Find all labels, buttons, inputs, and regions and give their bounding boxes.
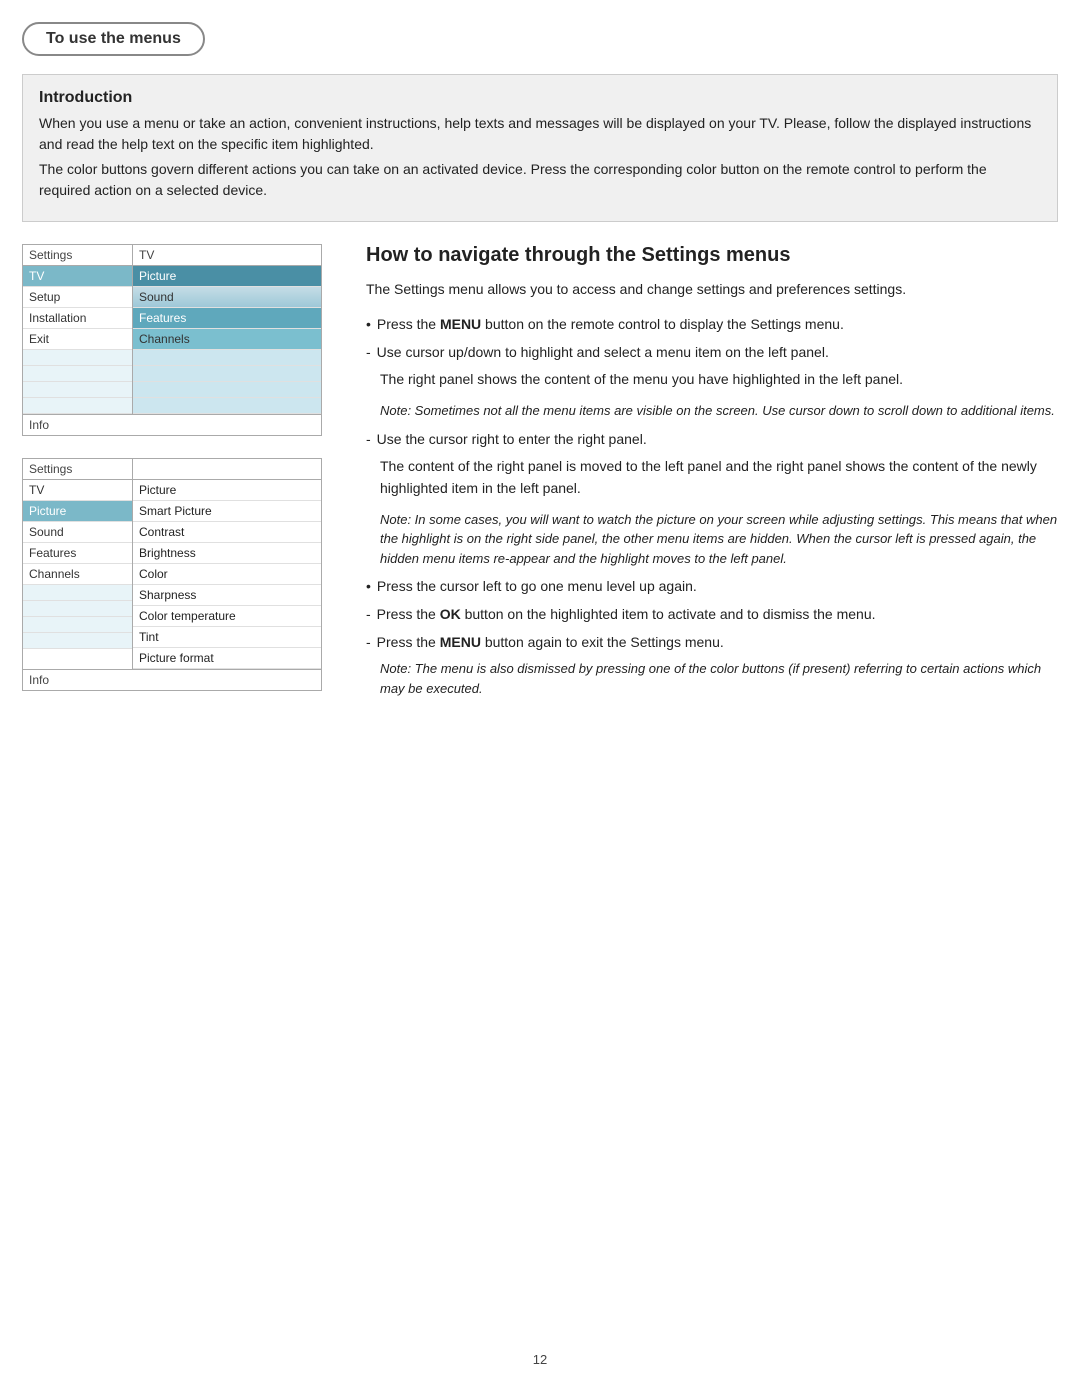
menu1-inner: TV Setup Installation Exit Picture Sound… [23,266,321,414]
menu1-left-item-2[interactable]: Installation [23,308,132,329]
intro-para1: When you use a menu or take an action, c… [39,113,1041,155]
menu2-right-item-2[interactable]: Contrast [133,522,321,543]
menu-panel-1: Settings TV TV Setup Installation Exit P… [22,244,322,436]
dash-item-2: - Use the cursor right to enter the righ… [366,429,1058,451]
menu1-right-col: Picture Sound Features Channels [133,266,321,414]
dash-item-4: - Press the MENU button again to exit th… [366,632,1058,654]
menu2-left-item-8 [23,633,132,649]
menu1-right-item-3[interactable]: Channels [133,329,321,350]
dash-text-3: Press the OK button on the highlighted i… [377,604,1058,626]
dash-4: - [366,632,371,654]
nav-title-start: How to navigate through the [366,244,642,266]
menu2-header: Settings [23,459,321,480]
menu2-right-item-6[interactable]: Color temperature [133,606,321,627]
para1: The right panel shows the content of the… [380,369,1058,391]
menu1-header: Settings TV [23,245,321,266]
menu1-footer: Info [23,414,321,435]
note2: Note: In some cases, you will want to wa… [380,510,1058,569]
bullet-item-2: • Press the cursor left to go one menu l… [366,576,1058,598]
menu2-left-item-7 [23,617,132,633]
dash-2: - [366,429,371,451]
intro-para2: The color buttons govern different actio… [39,159,1041,201]
menu1-right-item-7 [133,398,321,414]
menu1-left-item-5 [23,366,132,382]
bullet-dot-1: • [366,314,371,336]
menu2-right-item-8[interactable]: Picture format [133,648,321,669]
menu1-header-left: Settings [23,245,133,265]
menu2-left-item-6 [23,601,132,617]
menu2-footer: Info [23,669,321,690]
menu2-left-col: TV Picture Sound Features Channels [23,480,133,669]
nav-title: How to navigate through the Settings men… [366,244,1058,267]
bullet-text-1: Press the MENU button on the remote cont… [377,314,1058,336]
menu2-right-item-3[interactable]: Brightness [133,543,321,564]
menu2-right-col: Picture Smart Picture Contrast Brightnes… [133,480,321,669]
intro-section: Introduction When you use a menu or take… [22,74,1058,222]
menu1-right-item-5 [133,366,321,382]
menu2-left-item-4[interactable]: Channels [23,564,132,585]
menu1-left-item-3[interactable]: Exit [23,329,132,350]
menu1-right-item-4 [133,350,321,366]
menu2-inner: TV Picture Sound Features Channels Pictu… [23,480,321,669]
menu1-right-item-6 [133,382,321,398]
dash-3: - [366,604,371,626]
menu2-left-item-5 [23,585,132,601]
menu1-left-item-6 [23,382,132,398]
para2: The content of the right panel is moved … [380,456,1058,499]
menu2-right-item-7[interactable]: Tint [133,627,321,648]
menu2-header-right [133,459,321,479]
menu1-left-item-7 [23,398,132,414]
menu1-left-item-0[interactable]: TV [23,266,132,287]
intro-heading: Introduction [39,89,1041,107]
menu1-right-item-2[interactable]: Features [133,308,321,329]
menu1-header-right: TV [133,245,321,265]
menu2-right-item-4[interactable]: Color [133,564,321,585]
menu1-left-col: TV Setup Installation Exit [23,266,133,414]
menu1-right-item-0[interactable]: Picture [133,266,321,287]
menu2-left-item-1[interactable]: Picture [23,501,132,522]
bullet-text-2: Press the cursor left to go one menu lev… [377,576,1058,598]
menu2-header-left: Settings [23,459,133,479]
nav-title-bold: Settings menus [642,244,791,266]
dash-text-2: Use the cursor right to enter the right … [377,429,1058,451]
menu2-left-item-2[interactable]: Sound [23,522,132,543]
note3: Note: The menu is also dismissed by pres… [380,659,1058,698]
dash-text-1: Use cursor up/down to highlight and sele… [377,342,1058,364]
menu2-right-item-5[interactable]: Sharpness [133,585,321,606]
menu2-left-item-0[interactable]: TV [23,480,132,501]
main-content: Settings TV TV Setup Installation Exit P… [22,244,1058,706]
bullet-item-1: • Press the MENU button on the remote co… [366,314,1058,336]
dash-text-4: Press the MENU button again to exit the … [377,632,1058,654]
dash-item-1: - Use cursor up/down to highlight and se… [366,342,1058,364]
page-header-title: To use the menus [46,30,181,47]
nav-intro: The Settings menu allows you to access a… [366,279,1058,300]
menu2-right-item-0[interactable]: Picture [133,480,321,501]
menu1-right-item-1[interactable]: Sound [133,287,321,308]
page-header: To use the menus [22,22,205,56]
left-column: Settings TV TV Setup Installation Exit P… [22,244,342,706]
page-number: 12 [0,1352,1080,1367]
menu1-left-item-4 [23,350,132,366]
note1: Note: Sometimes not all the menu items a… [380,401,1058,421]
menu1-left-item-1[interactable]: Setup [23,287,132,308]
menu2-left-item-3[interactable]: Features [23,543,132,564]
dash-1: - [366,342,371,364]
bullet-dot-2: • [366,576,371,598]
menu-panel-2: Settings TV Picture Sound Features Chann… [22,458,322,691]
dash-item-3: - Press the OK button on the highlighted… [366,604,1058,626]
right-column: How to navigate through the Settings men… [366,244,1058,706]
menu2-right-item-1[interactable]: Smart Picture [133,501,321,522]
